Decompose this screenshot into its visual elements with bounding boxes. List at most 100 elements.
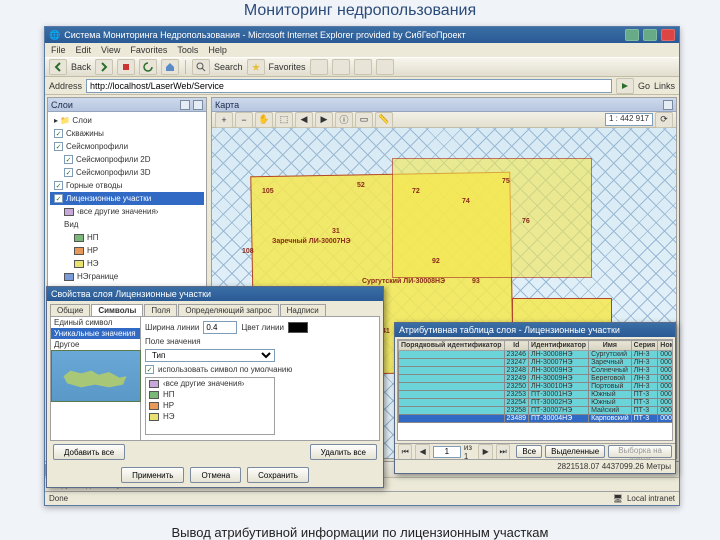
map-panel-tool-icon[interactable]: [663, 100, 673, 110]
back-label: Back: [71, 62, 91, 72]
tab-fields[interactable]: Поля: [144, 304, 177, 316]
remove-all-button[interactable]: Удалить все: [310, 444, 377, 460]
table-row[interactable]: 23254ПТ-30002НЭЮжныйПТ-300002НЭЮжный ПТ-…: [399, 399, 674, 407]
mail-button[interactable]: [354, 59, 372, 75]
coords-display: 2821518.07 4437099.26 Метры: [557, 462, 671, 471]
linewidth-label: Ширина линии: [145, 323, 199, 332]
address-input[interactable]: [86, 79, 612, 93]
refresh-button[interactable]: [139, 59, 157, 75]
tab-query[interactable]: Определяющий запрос: [178, 304, 278, 316]
column-header[interactable]: Порядковый идентификатор: [399, 341, 505, 351]
measure-icon[interactable]: 📏: [375, 112, 393, 128]
back-button[interactable]: [49, 59, 67, 75]
search-icon[interactable]: [192, 59, 210, 75]
table-row[interactable]: 23248ЛН-30009НЭСолнечныйЛН-300009НЭСолне…: [399, 367, 674, 375]
values-table[interactable]: ‹все другие значения›НПНРНЭ: [145, 377, 275, 435]
print-button[interactable]: [376, 59, 394, 75]
prev-extent-icon[interactable]: ◀: [295, 112, 313, 128]
maximize-button[interactable]: [643, 29, 657, 41]
tab-labels[interactable]: Надписи: [280, 304, 326, 316]
show-all-button[interactable]: Все: [516, 445, 542, 458]
menu-help[interactable]: Help: [208, 45, 227, 55]
links-label[interactable]: Links: [654, 81, 675, 91]
column-header[interactable]: Id: [504, 341, 528, 351]
search-label: Search: [214, 62, 243, 72]
menubar: File Edit View Favorites Tools Help: [45, 43, 679, 57]
field-select[interactable]: Тип: [145, 349, 275, 362]
menu-edit[interactable]: Edit: [76, 45, 92, 55]
menu-file[interactable]: File: [51, 45, 66, 55]
add-all-button[interactable]: Добавить все: [53, 444, 125, 460]
select-icon[interactable]: ▭: [355, 112, 373, 128]
extent-icon[interactable]: ⬚: [275, 112, 293, 128]
table-row[interactable]: 23250ЛН-30010НЭПортовыйЛН-300010НЭПортов…: [399, 383, 674, 391]
favorites-icon[interactable]: [247, 59, 265, 75]
attr-grid[interactable]: Порядковый идентификаторIdИдентификаторИ…: [397, 339, 673, 441]
table-row[interactable]: 23489ПТ-30004НЭКарповскийПТ-300004НЭКарп…: [399, 415, 674, 423]
identify-icon[interactable]: ⓘ: [335, 112, 353, 128]
layer-item[interactable]: Вид: [50, 218, 204, 231]
go-button[interactable]: [616, 78, 634, 94]
page-input[interactable]: [433, 446, 461, 458]
column-header[interactable]: Имя: [589, 341, 632, 351]
map-refresh-icon[interactable]: ⟳: [655, 112, 673, 128]
app-icon: 🌐: [49, 30, 60, 41]
column-header[interactable]: Серия: [631, 341, 658, 351]
show-filtered-button[interactable]: Выборка на карте: [608, 445, 672, 458]
cancel-button[interactable]: Отмена: [190, 467, 241, 483]
layer-item[interactable]: НР: [50, 244, 204, 257]
table-row[interactable]: 23258ПТ-30007НЭМайскийПТ-300007НЭМайский…: [399, 407, 674, 415]
ie-toolbar: Back Search Favorites: [45, 57, 679, 77]
ie-statusbar: Done 🖥 Local intranet: [45, 491, 679, 505]
stop-button[interactable]: [117, 59, 135, 75]
panel-close-icon[interactable]: [193, 100, 203, 110]
linecolor-chip[interactable]: [288, 322, 308, 333]
layer-item[interactable]: ✓Сейсмопрофили 3D: [50, 166, 204, 179]
menu-view[interactable]: View: [101, 45, 120, 55]
table-row[interactable]: 23249ЛН-30009НЭБереговойЛН-300009НЭБерег…: [399, 375, 674, 383]
layer-item[interactable]: НП: [50, 231, 204, 244]
column-header[interactable]: Идентификатор: [529, 341, 589, 351]
apply-button[interactable]: Применить: [121, 467, 184, 483]
forward-button[interactable]: [95, 59, 113, 75]
history-button[interactable]: [332, 59, 350, 75]
layer-item[interactable]: ✓Сейсмопрофили: [50, 140, 204, 153]
renderer-list[interactable]: Единый символ Уникальные значения Другое: [51, 317, 141, 440]
tab-symbols[interactable]: Символы: [91, 304, 143, 316]
panel-tool-icon[interactable]: [180, 100, 190, 110]
minimize-button[interactable]: [625, 29, 639, 41]
last-page-button[interactable]: ⏭: [496, 444, 510, 460]
layer-item[interactable]: ✓Лицензионные участки: [50, 192, 204, 205]
layer-properties-dialog: Свойства слоя Лицензионные участки Общие…: [46, 286, 384, 488]
ie-status-text: Done: [49, 494, 68, 503]
menu-favorites[interactable]: Favorites: [130, 45, 167, 55]
tab-general[interactable]: Общие: [50, 304, 90, 316]
window-title: Система Мониторинга Недропользования - M…: [64, 30, 465, 40]
media-button[interactable]: [310, 59, 328, 75]
linewidth-input[interactable]: [203, 321, 237, 334]
home-button[interactable]: [161, 59, 179, 75]
show-selected-button[interactable]: Выделенные: [545, 445, 605, 458]
close-button[interactable]: [661, 29, 675, 41]
prev-page-button[interactable]: ◀: [415, 444, 429, 460]
table-row[interactable]: 23247ЛН-30007НЭЗаречныйЛН-300007НЭЗаречн…: [399, 359, 674, 367]
table-row[interactable]: 23253ПТ-30001НЭЮжныйПТ-300001НЭЮжный ПТ-…: [399, 391, 674, 399]
default-checkbox[interactable]: ✓: [145, 365, 154, 374]
zoom-in-icon[interactable]: +: [215, 112, 233, 128]
menu-tools[interactable]: Tools: [177, 45, 198, 55]
layer-item[interactable]: ✓Скважины: [50, 127, 204, 140]
layer-item[interactable]: ✓Сейсмопрофили 2D: [50, 153, 204, 166]
next-page-button[interactable]: ▶: [478, 444, 492, 460]
next-extent-icon[interactable]: ▶: [315, 112, 333, 128]
column-header[interactable]: Номер: [658, 341, 673, 351]
layer-item[interactable]: НЭ: [50, 257, 204, 270]
pan-icon[interactable]: ✋: [255, 112, 273, 128]
zoom-out-icon[interactable]: −: [235, 112, 253, 128]
save-button[interactable]: Сохранить: [247, 467, 309, 483]
scale-display[interactable]: 1 : 442 917: [605, 113, 653, 126]
table-row[interactable]: 23246ЛН-30008НЭСургутскийЛН-300008НЭСург…: [399, 351, 674, 359]
first-page-button[interactable]: ⏮: [398, 444, 412, 460]
layer-item[interactable]: НЭгранице: [50, 270, 204, 283]
layer-item[interactable]: ‹все другие значения›: [50, 205, 204, 218]
layer-item[interactable]: ✓Горные отводы: [50, 179, 204, 192]
